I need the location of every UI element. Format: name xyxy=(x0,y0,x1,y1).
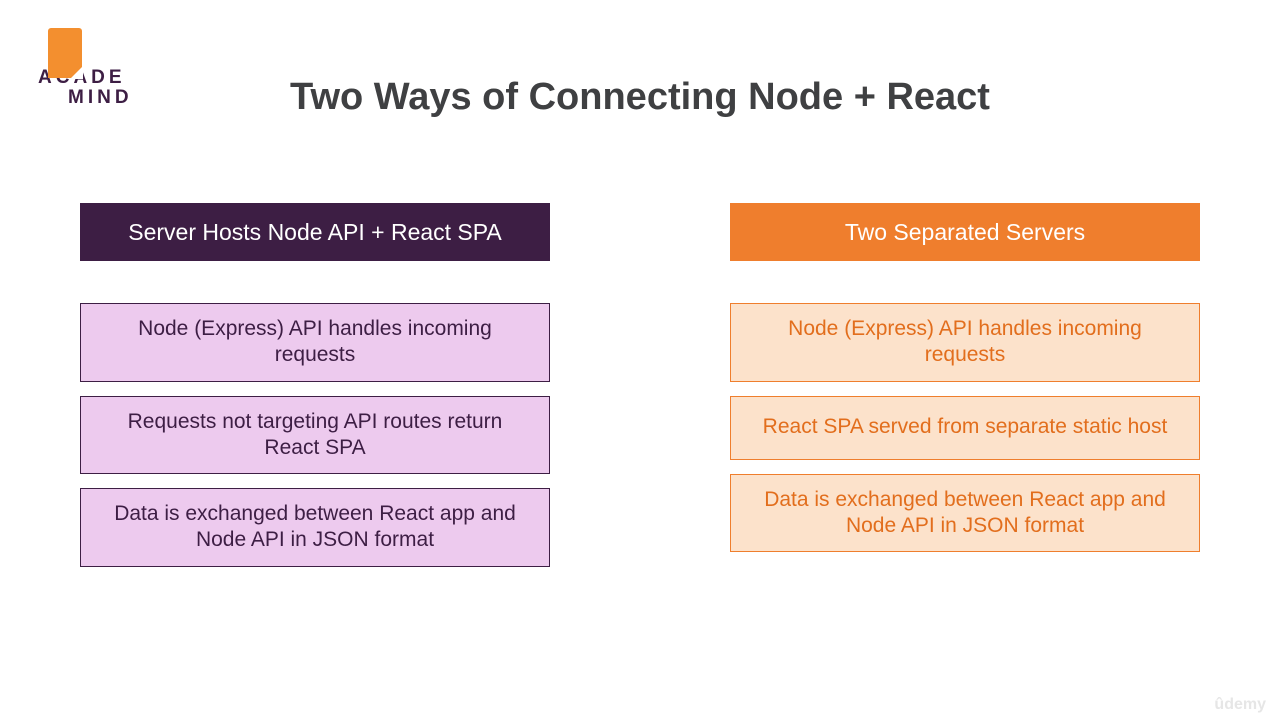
logo-line2: MIND xyxy=(38,88,133,108)
right-item-2: React SPA served from separate static ho… xyxy=(730,396,1200,460)
academind-logo: ACADE MIND xyxy=(38,28,133,108)
right-item-1: Node (Express) API handles incoming requ… xyxy=(730,303,1200,382)
right-item-3: Data is exchanged between React app and … xyxy=(730,474,1200,553)
logo-icon xyxy=(48,28,82,78)
right-column: Two Separated Servers Node (Express) API… xyxy=(730,203,1200,581)
columns-container: Server Hosts Node API + React SPA Node (… xyxy=(0,203,1280,581)
left-header: Server Hosts Node API + React SPA xyxy=(80,203,550,261)
right-header: Two Separated Servers xyxy=(730,203,1200,261)
left-item-2: Requests not targeting API routes return… xyxy=(80,396,550,475)
udemy-watermark: ûdemy xyxy=(1214,696,1266,714)
left-item-1: Node (Express) API handles incoming requ… xyxy=(80,303,550,382)
left-item-3: Data is exchanged between React app and … xyxy=(80,488,550,567)
slide-title: Two Ways of Connecting Node + React xyxy=(0,0,1280,119)
left-column: Server Hosts Node API + React SPA Node (… xyxy=(80,203,550,581)
